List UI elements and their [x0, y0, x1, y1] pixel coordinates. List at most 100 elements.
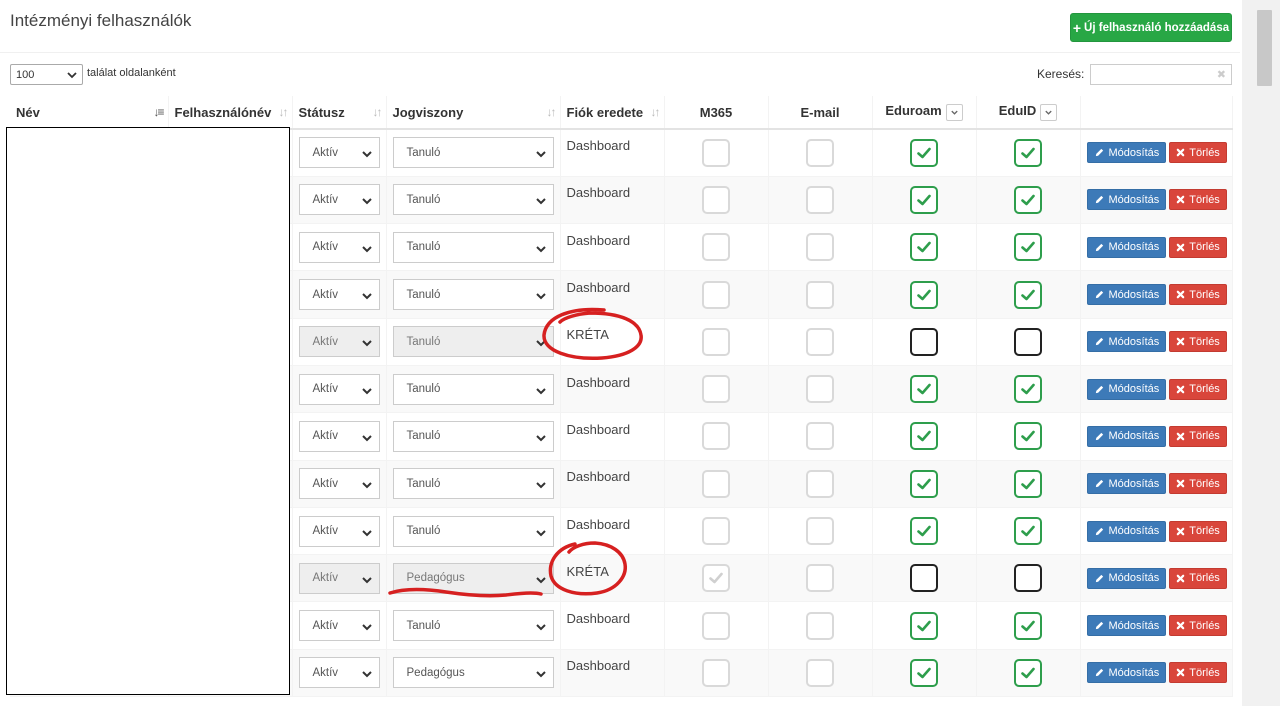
edit-button[interactable]: Módosítás [1086, 567, 1167, 589]
delete-button[interactable]: Törlés [1169, 142, 1227, 164]
m365-checkbox[interactable] [702, 658, 730, 687]
delete-button[interactable]: Törlés [1169, 662, 1227, 684]
email-checkbox[interactable] [806, 658, 834, 687]
eduid-checkbox[interactable] [1014, 375, 1042, 404]
edit-button[interactable]: Módosítás [1086, 378, 1167, 400]
column-header-relation[interactable]: Jogviszony ↓↑ [386, 96, 561, 130]
edit-button[interactable]: Módosítás [1086, 189, 1167, 211]
relation-select[interactable]: Tanuló [392, 420, 554, 452]
relation-select[interactable]: Tanuló [392, 515, 554, 547]
delete-button[interactable]: Törlés [1169, 520, 1227, 542]
m365-checkbox[interactable] [702, 469, 730, 498]
m365-checkbox[interactable] [702, 327, 730, 356]
status-select[interactable]: Aktív [298, 279, 380, 311]
relation-select[interactable]: Tanuló [392, 610, 554, 642]
status-select[interactable]: Aktív [298, 468, 380, 500]
relation-select[interactable]: Tanuló [392, 326, 554, 358]
edit-button[interactable]: Módosítás [1086, 520, 1167, 542]
email-checkbox[interactable] [806, 422, 834, 451]
edit-button[interactable]: Módosítás [1086, 236, 1167, 258]
email-checkbox[interactable] [806, 375, 834, 404]
eduid-checkbox[interactable] [1014, 611, 1042, 640]
email-checkbox[interactable] [806, 611, 834, 640]
m365-checkbox[interactable] [702, 185, 730, 214]
m365-checkbox[interactable] [702, 280, 730, 309]
column-header-origin[interactable]: Fiók eredete ↓↑ [560, 96, 665, 130]
delete-button[interactable]: Törlés [1169, 425, 1227, 447]
search-input[interactable]: ✖ [1090, 64, 1232, 85]
m365-checkbox[interactable] [702, 564, 730, 593]
status-select[interactable]: Aktív [298, 610, 380, 642]
eduroam-checkbox[interactable] [910, 517, 938, 546]
eduid-checkbox[interactable] [1014, 422, 1042, 451]
relation-select[interactable]: Tanuló [392, 468, 554, 500]
eduid-checkbox[interactable] [1014, 327, 1042, 356]
page-size-select[interactable]: 100 [10, 64, 83, 85]
delete-button[interactable]: Törlés [1169, 567, 1227, 589]
eduid-checkbox[interactable] [1014, 564, 1042, 593]
m365-checkbox[interactable] [702, 422, 730, 451]
edit-button[interactable]: Módosítás [1086, 331, 1167, 353]
eduid-checkbox[interactable] [1014, 517, 1042, 546]
eduroam-checkbox[interactable] [910, 375, 938, 404]
status-select[interactable]: Aktív [298, 515, 380, 547]
delete-button[interactable]: Törlés [1169, 473, 1227, 495]
edit-button[interactable]: Módosítás [1086, 142, 1167, 164]
eduid-checkbox[interactable] [1014, 280, 1042, 309]
edit-button[interactable]: Módosítás [1086, 473, 1167, 495]
delete-button[interactable]: Törlés [1169, 284, 1227, 306]
eduroam-checkbox[interactable] [910, 611, 938, 640]
eduroam-checkbox[interactable] [910, 658, 938, 687]
email-checkbox[interactable] [806, 233, 834, 262]
status-select[interactable]: Aktív [298, 137, 380, 169]
scrollbar-track[interactable] [1242, 0, 1280, 706]
eduroam-checkbox[interactable] [910, 233, 938, 262]
edit-button[interactable]: Módosítás [1086, 615, 1167, 637]
status-select[interactable]: Aktív [298, 326, 380, 358]
eduroam-checkbox[interactable] [910, 138, 938, 167]
eduid-checkbox[interactable] [1014, 658, 1042, 687]
eduroam-checkbox[interactable] [910, 280, 938, 309]
relation-select[interactable]: Tanuló [392, 373, 554, 405]
delete-button[interactable]: Törlés [1169, 236, 1227, 258]
edit-button[interactable]: Módosítás [1086, 662, 1167, 684]
status-select[interactable]: Aktív [298, 231, 380, 263]
delete-button[interactable]: Törlés [1169, 189, 1227, 211]
relation-select[interactable]: Tanuló [392, 231, 554, 263]
status-select[interactable]: Aktív [298, 562, 380, 594]
add-user-button[interactable]: + Új felhasználó hozzáadása [1070, 13, 1232, 42]
column-header-username[interactable]: Felhasználónév ↓↑ [168, 96, 293, 130]
email-checkbox[interactable] [806, 280, 834, 309]
column-header-name[interactable]: Név ↓≡ [10, 96, 169, 130]
status-select[interactable]: Aktív [298, 657, 380, 689]
m365-checkbox[interactable] [702, 611, 730, 640]
status-select[interactable]: Aktív [298, 184, 380, 216]
eduroam-checkbox[interactable] [910, 185, 938, 214]
eduroam-checkbox[interactable] [910, 327, 938, 356]
eduroam-checkbox[interactable] [910, 469, 938, 498]
email-checkbox[interactable] [806, 469, 834, 498]
delete-button[interactable]: Törlés [1169, 331, 1227, 353]
delete-button[interactable]: Törlés [1169, 615, 1227, 637]
relation-select[interactable]: Pedagógus [392, 657, 554, 689]
eduroam-checkbox[interactable] [910, 422, 938, 451]
status-select[interactable]: Aktív [298, 373, 380, 405]
relation-select[interactable]: Tanuló [392, 137, 554, 169]
edit-button[interactable]: Módosítás [1086, 284, 1167, 306]
eduroam-filter-dropdown[interactable] [945, 103, 963, 121]
email-checkbox[interactable] [806, 138, 834, 167]
m365-checkbox[interactable] [702, 138, 730, 167]
column-header-status[interactable]: Státusz ↓↑ [292, 96, 387, 130]
eduid-checkbox[interactable] [1014, 138, 1042, 167]
email-checkbox[interactable] [806, 327, 834, 356]
relation-select[interactable]: Tanuló [392, 279, 554, 311]
email-checkbox[interactable] [806, 517, 834, 546]
scrollbar-thumb[interactable] [1257, 10, 1272, 86]
m365-checkbox[interactable] [702, 375, 730, 404]
edit-button[interactable]: Módosítás [1086, 425, 1167, 447]
status-select[interactable]: Aktív [298, 420, 380, 452]
eduid-checkbox[interactable] [1014, 185, 1042, 214]
eduid-checkbox[interactable] [1014, 469, 1042, 498]
eduroam-checkbox[interactable] [910, 564, 938, 593]
clear-icon[interactable]: ✖ [1217, 68, 1226, 81]
